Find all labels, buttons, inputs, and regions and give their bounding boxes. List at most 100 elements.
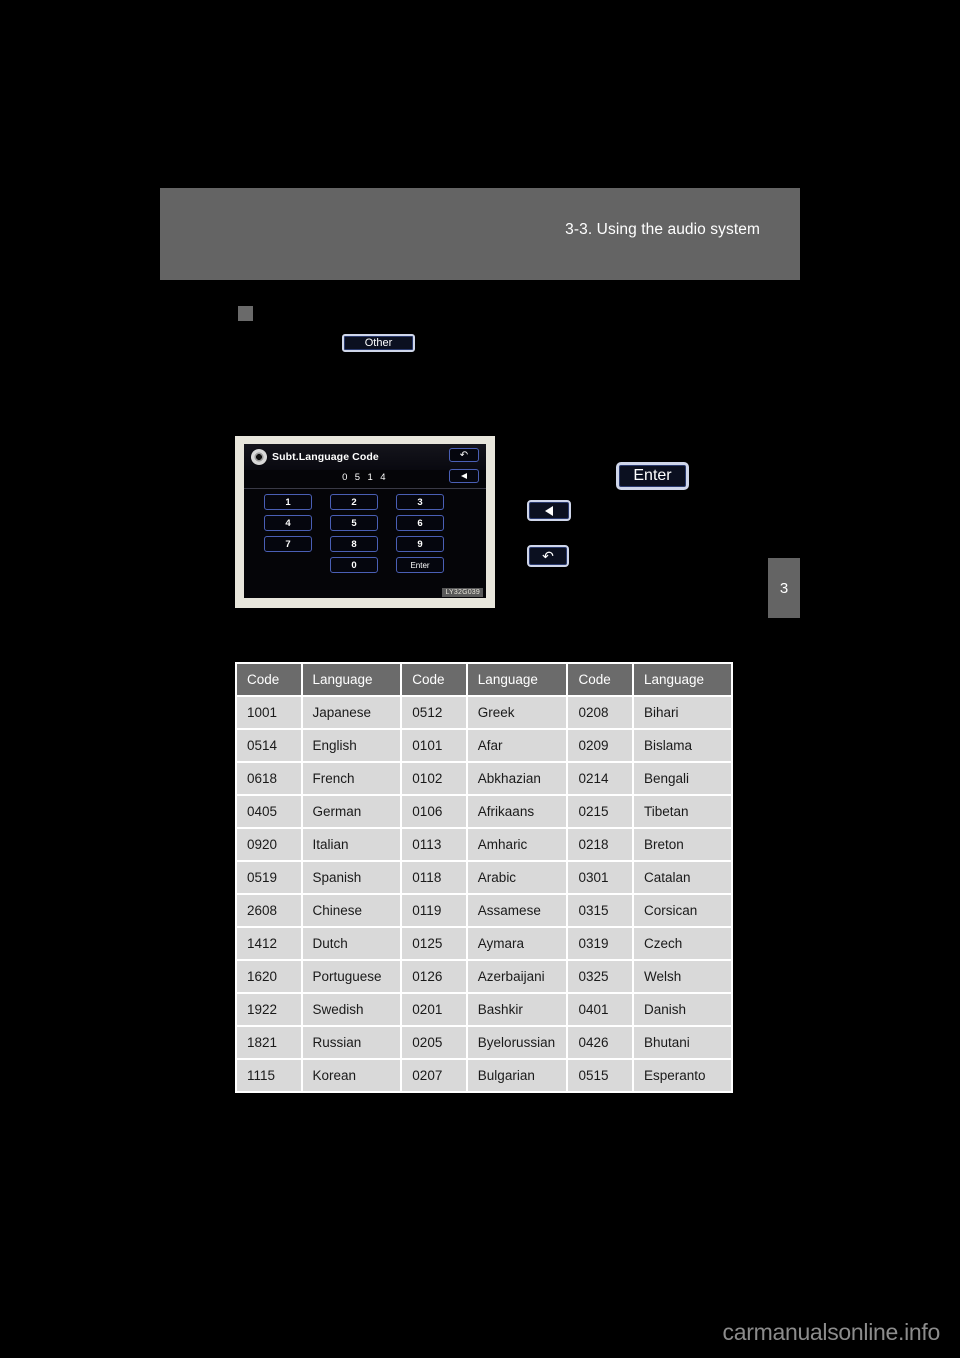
cell-code: 0512	[402, 697, 466, 728]
cell-code: 0102	[402, 763, 466, 794]
cell-language: Greek	[467, 697, 567, 728]
cell-code: 0113	[402, 829, 466, 860]
cell-code: 1620	[237, 961, 301, 992]
key-9[interactable]: 9	[396, 536, 444, 552]
return-arrow-icon: ↶	[542, 547, 554, 564]
cell-code: 0301	[568, 862, 632, 893]
screen-title: Subt.Language Code	[272, 451, 379, 463]
key-1[interactable]: 1	[264, 494, 312, 510]
key-3[interactable]: 3	[396, 494, 444, 510]
cell-code: 0208	[568, 697, 632, 728]
cell-code: 1115	[237, 1060, 301, 1091]
table-row: 1821 Russian 0205 Byelorussian 0426 Bhutani	[237, 1027, 731, 1058]
key-2[interactable]: 2	[330, 494, 378, 510]
nav-screen-figure: Subt.Language Code ↶ 0 5 1 4 1 2 3 4 5 6…	[235, 436, 495, 608]
screen-return-button[interactable]: ↶	[449, 448, 479, 462]
cell-language: Bhutani	[633, 1027, 731, 1058]
table-row: 0618 French 0102 Abkhazian 0214 Bengali	[237, 763, 731, 794]
cell-language: Swedish	[302, 994, 401, 1025]
cell-code: 0315	[568, 895, 632, 926]
key-enter[interactable]: Enter	[396, 557, 444, 573]
column-header-language-2: Language	[467, 664, 567, 695]
cell-language: Bihari	[633, 697, 731, 728]
table-row: 1922 Swedish 0201 Bashkir 0401 Danish	[237, 994, 731, 1025]
enter-button[interactable]: Enter	[616, 462, 689, 490]
cell-language: Corsican	[633, 895, 731, 926]
table-row: 1620 Portuguese 0126 Azerbaijani 0325 Welsh	[237, 961, 731, 992]
cell-language: Bulgarian	[467, 1060, 567, 1091]
left-arrow-button[interactable]	[527, 500, 571, 521]
cell-code: 0209	[568, 730, 632, 761]
cell-language: Bislama	[633, 730, 731, 761]
cell-language: French	[302, 763, 401, 794]
column-header-code-2: Code	[402, 664, 466, 695]
table-row: 0405 German 0106 Afrikaans 0215 Tibetan	[237, 796, 731, 827]
cell-code: 1001	[237, 697, 301, 728]
cell-code: 0126	[402, 961, 466, 992]
chapter-page-tab-label: 3	[779, 579, 789, 597]
cell-language: Korean	[302, 1060, 401, 1091]
key-4[interactable]: 4	[264, 515, 312, 531]
cell-code: 0218	[568, 829, 632, 860]
cell-language: Amharic	[467, 829, 567, 860]
manual-page: 3-3. Using the audio system Other Subt.L…	[0, 0, 960, 1358]
cell-language: Abkhazian	[467, 763, 567, 794]
cell-code: 0215	[568, 796, 632, 827]
cell-code: 0201	[402, 994, 466, 1025]
column-header-language-1: Language	[302, 664, 401, 695]
table-row: 1115 Korean 0207 Bulgarian 0515 Esperanto	[237, 1060, 731, 1091]
cell-code: 0319	[568, 928, 632, 959]
cell-language: Italian	[302, 829, 401, 860]
key-0[interactable]: 0	[330, 557, 378, 573]
triangle-left-icon	[461, 473, 467, 479]
cell-language: Esperanto	[633, 1060, 731, 1091]
column-header-code-1: Code	[237, 664, 301, 695]
key-6[interactable]: 6	[396, 515, 444, 531]
cell-code: 0119	[402, 895, 466, 926]
return-button[interactable]: ↶	[527, 545, 569, 567]
cell-language: Afar	[467, 730, 567, 761]
cell-code: 0401	[568, 994, 632, 1025]
screen-delete-button[interactable]	[449, 469, 479, 483]
screen-header: Subt.Language Code ↶	[244, 444, 486, 470]
cell-language: Russian	[302, 1027, 401, 1058]
chapter-header-bar: 3-3. Using the audio system	[160, 188, 800, 280]
cell-language: Bashkir	[467, 994, 567, 1025]
disc-icon	[248, 446, 270, 468]
cell-language: Chinese	[302, 895, 401, 926]
cell-language: Aymara	[467, 928, 567, 959]
cell-language: Byelorussian	[467, 1027, 567, 1058]
cell-code: 1412	[237, 928, 301, 959]
column-header-code-3: Code	[568, 664, 632, 695]
cell-code: 0519	[237, 862, 301, 893]
cell-code: 0618	[237, 763, 301, 794]
cell-language: Catalan	[633, 862, 731, 893]
cell-code: 0207	[402, 1060, 466, 1091]
cell-language: Danish	[633, 994, 731, 1025]
cell-language: Dutch	[302, 928, 401, 959]
key-8[interactable]: 8	[330, 536, 378, 552]
triangle-left-icon	[545, 505, 553, 516]
cell-code: 0101	[402, 730, 466, 761]
enter-button-label: Enter	[633, 467, 672, 484]
cell-code: 0426	[568, 1027, 632, 1058]
table-row: 0920 Italian 0113 Amharic 0218 Breton	[237, 829, 731, 860]
column-header-language-3: Language	[633, 664, 731, 695]
key-7[interactable]: 7	[264, 536, 312, 552]
table-header-row: Code Language Code Language Code Languag…	[237, 664, 731, 695]
key-5[interactable]: 5	[330, 515, 378, 531]
cell-code: 0405	[237, 796, 301, 827]
other-button[interactable]: Other	[342, 334, 415, 352]
cell-code: 0514	[237, 730, 301, 761]
screen-divider	[244, 488, 486, 489]
cell-language: Afrikaans	[467, 796, 567, 827]
cell-code: 0205	[402, 1027, 466, 1058]
cell-language: Japanese	[302, 697, 401, 728]
table-row: 0519 Spanish 0118 Arabic 0301 Catalan	[237, 862, 731, 893]
cell-code: 1922	[237, 994, 301, 1025]
chapter-page-tab: 3	[768, 558, 800, 618]
cell-code: 0214	[568, 763, 632, 794]
table-body: 1001 Japanese 0512 Greek 0208 Bihari 0514 Engli…	[237, 697, 731, 1091]
cell-language: Arabic	[467, 862, 567, 893]
figure-caption: LY32G039	[442, 588, 483, 597]
